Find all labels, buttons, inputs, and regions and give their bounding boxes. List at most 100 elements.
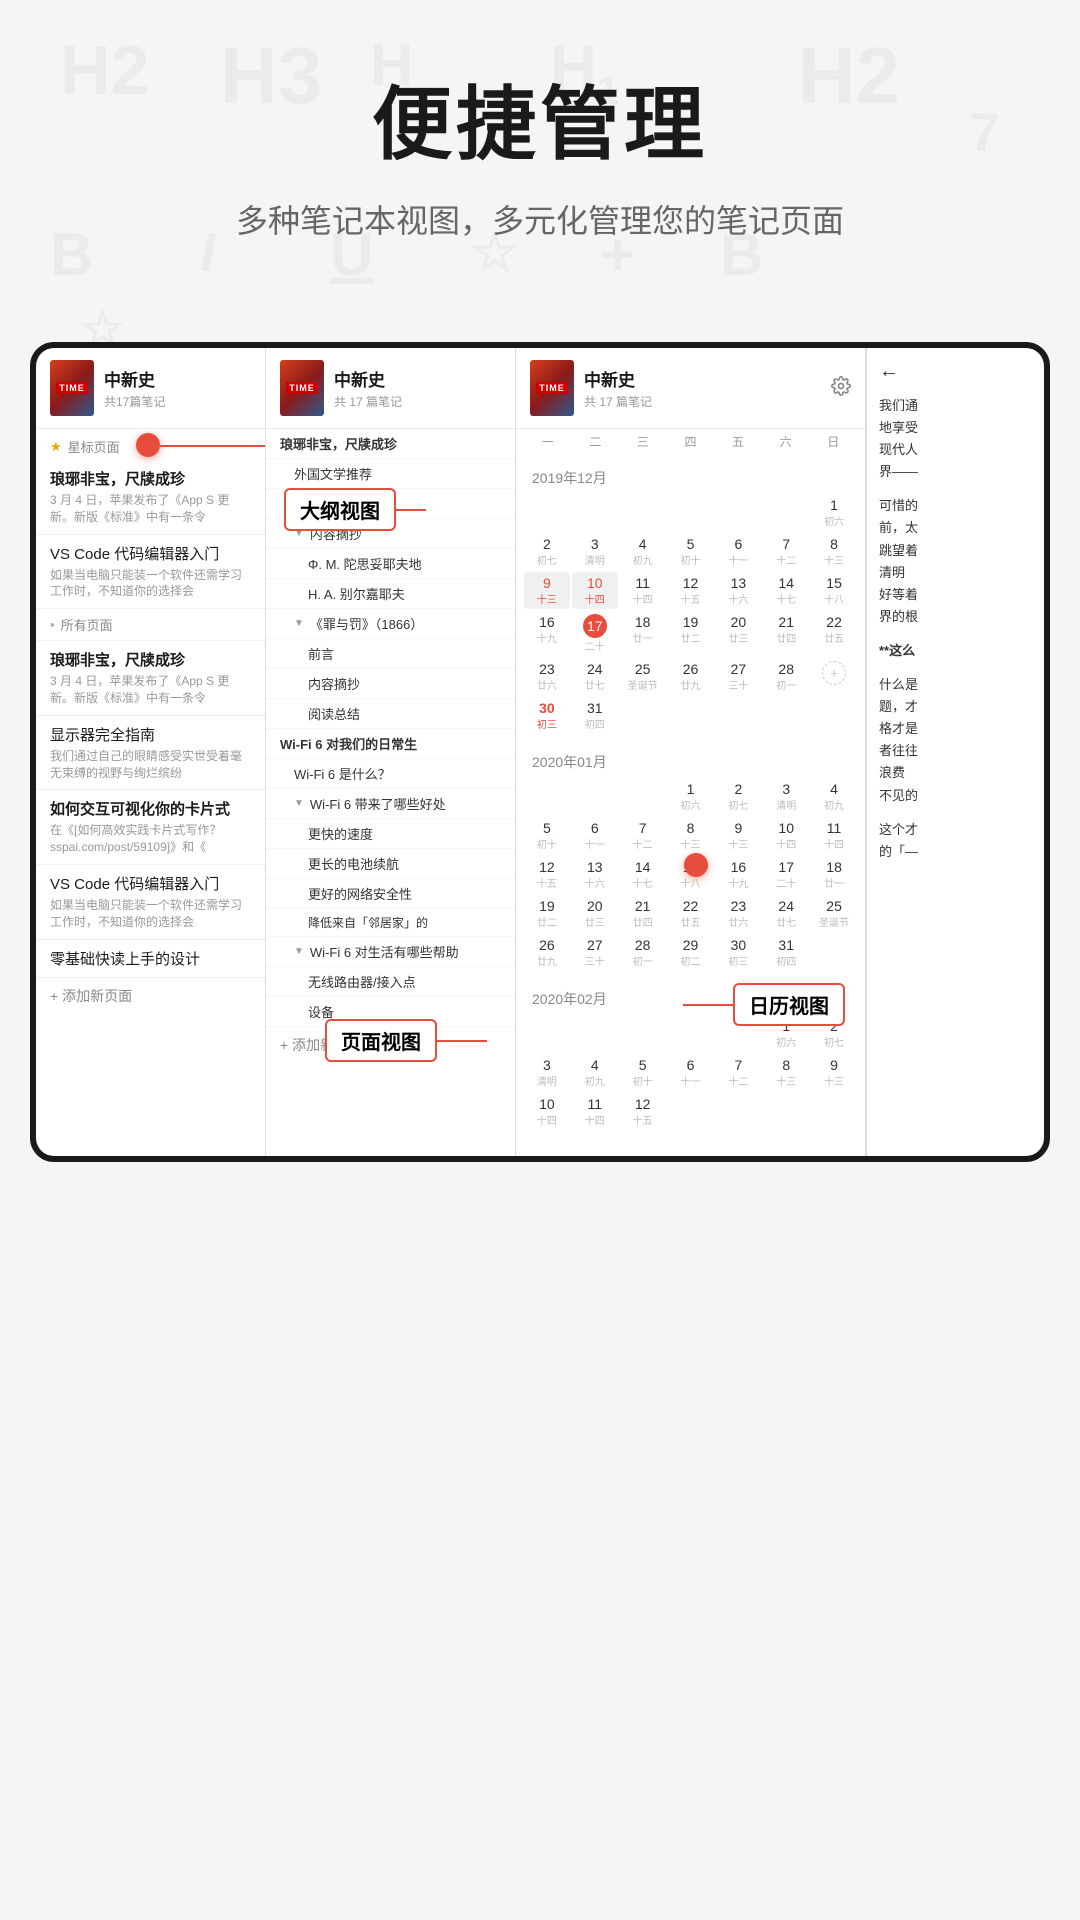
outline-item[interactable]: 阅读总结 [266, 699, 515, 729]
outline-item[interactable]: Wi-Fi 6 对我们的日常生 [266, 729, 515, 759]
cal-day[interactable]: 5初十 [524, 817, 570, 854]
cal-day[interactable]: 9十三 [715, 817, 761, 854]
outline-item[interactable]: 更好的网络安全性 [266, 879, 515, 909]
list-item[interactable]: VS Code 代码编辑器入门 如果当电脑只能装一个软件还需学习工作时，不知道你… [36, 535, 265, 610]
time-logo-2: TIME [286, 382, 318, 394]
cal-day[interactable]: 11十四 [811, 817, 857, 854]
cal-day[interactable]: 31初四 [572, 697, 618, 734]
outline-item[interactable]: 降低来自「邻居家」的 [266, 909, 515, 937]
cal-day[interactable]: 6十一 [572, 817, 618, 854]
cal-day[interactable]: 3清明 [524, 1054, 570, 1091]
cal-day-add[interactable]: + [811, 658, 857, 695]
cal-day[interactable]: 8十三 [811, 533, 857, 570]
cal-day[interactable]: 2初七 [715, 778, 761, 815]
cal-day[interactable]: 14十七 [620, 856, 666, 893]
cal-day[interactable]: 12十五 [668, 572, 714, 609]
outline-item[interactable]: 更快的速度 [266, 819, 515, 849]
cal-day[interactable]: 20廿三 [715, 611, 761, 656]
cal-day[interactable]: 26廿九 [524, 934, 570, 971]
cal-day[interactable]: 24廿七 [763, 895, 809, 932]
cal-day[interactable]: 5初十 [668, 533, 714, 570]
cal-day[interactable]: 9十三 [811, 1054, 857, 1091]
outline-item[interactable]: H. A. 别尔嘉耶夫 [266, 579, 515, 609]
cal-day[interactable]: 2初七 [524, 533, 570, 570]
outline-item[interactable]: 前言 [266, 639, 515, 669]
cal-day[interactable]: 21廿四 [620, 895, 666, 932]
cal-day[interactable]: 14十七 [763, 572, 809, 609]
cal-day[interactable]: 4初九 [811, 778, 857, 815]
cal-day[interactable]: 16十九 [715, 856, 761, 893]
cal-day[interactable]: 30初三 [715, 934, 761, 971]
cal-day[interactable]: 31初四 [763, 934, 809, 971]
cal-day[interactable]: 12十五 [524, 856, 570, 893]
outline-item[interactable]: 无线路由器/接入点 [266, 967, 515, 997]
cal-day[interactable]: 3清明 [763, 778, 809, 815]
cal-day[interactable]: 1初六 [811, 494, 857, 531]
cal-day[interactable]: 4初九 [572, 1054, 618, 1091]
cal-day[interactable]: 23廿六 [715, 895, 761, 932]
outline-item[interactable]: 琅琊非宝，尺牍成珍 [266, 429, 515, 459]
outline-item[interactable]: Wi-Fi 6 是什么？ [266, 759, 515, 789]
outline-item[interactable]: 更长的电池续航 [266, 849, 515, 879]
cal-day[interactable]: 27三十 [572, 934, 618, 971]
cal-day[interactable]: 8十三 [763, 1054, 809, 1091]
outline-item[interactable]: 外国文学推荐 [266, 459, 515, 489]
cal-day-today[interactable]: 17二十 [572, 611, 618, 656]
add-page-button-1[interactable]: + 添加新页面 [36, 978, 265, 1014]
outline-item[interactable]: ▼ 《罪与罚》（1866） [266, 609, 515, 639]
cal-day[interactable]: 22廿五 [811, 611, 857, 656]
cal-day[interactable]: 15十八 [811, 572, 857, 609]
cal-day[interactable]: 5初十 [620, 1054, 666, 1091]
cal-day[interactable]: 10十四 [524, 1093, 570, 1130]
cal-day[interactable]: 1初六 [668, 778, 714, 815]
cal-day[interactable]: 4初九 [620, 533, 666, 570]
back-arrow[interactable]: ← [879, 360, 1044, 383]
cal-day[interactable]: 17二十 [763, 856, 809, 893]
outline-item[interactable]: ▼ Wi-Fi 6 对生活有哪些帮助 [266, 937, 515, 967]
outline-item[interactable]: 内容摘抄 [266, 669, 515, 699]
cal-day[interactable]: 25圣诞节 [620, 658, 666, 695]
cal-day-highlighted[interactable]: 9十三 [524, 572, 570, 609]
cal-day[interactable]: 3清明 [572, 533, 618, 570]
cal-day[interactable]: 21廿四 [763, 611, 809, 656]
calendar-container[interactable]: 2019年12月 1初六 2初七 3清明 4初九 5初十 6十一 [516, 458, 865, 1156]
list-item[interactable]: 琅琊非宝，尺牍成珍 3 月 4 日，苹果发布了《App S 更新。新版《标准》中… [36, 641, 265, 716]
outline-item[interactable]: ▼ Wi-Fi 6 带来了哪些好处 [266, 789, 515, 819]
cal-day[interactable]: 28初一 [620, 934, 666, 971]
list-item[interactable]: 如何交互可视化你的卡片式 在《[如何高效实践卡片式写作？sspai.com/po… [36, 790, 265, 865]
cal-day[interactable]: 25圣诞节 [811, 895, 857, 932]
cal-day[interactable]: 11十四 [572, 1093, 618, 1130]
cal-day[interactable]: 12十五 [620, 1093, 666, 1130]
cal-day[interactable]: 23廿六 [524, 658, 570, 695]
cal-day[interactable]: 7十二 [763, 533, 809, 570]
list-item[interactable]: 零基础快读上手的设计 [36, 940, 265, 978]
cal-day[interactable]: 20廿三 [572, 895, 618, 932]
cal-day[interactable]: 13十六 [572, 856, 618, 893]
cal-day[interactable]: 8十三 [668, 817, 714, 854]
cal-day[interactable]: 24廿七 [572, 658, 618, 695]
cal-day[interactable]: 7十二 [715, 1054, 761, 1091]
outline-item[interactable]: Φ. M. 陀思妥耶夫地 [266, 549, 515, 579]
cal-day-highlighted[interactable]: 10十四 [572, 572, 618, 609]
list-item[interactable]: 琅琊非宝，尺牍成珍 3 月 4 日，苹果发布了《App S 更新。新版《标准》中… [36, 460, 265, 535]
cal-day[interactable]: 6十一 [668, 1054, 714, 1091]
cal-day[interactable]: 19廿二 [524, 895, 570, 932]
cal-day[interactable]: 18廿一 [811, 856, 857, 893]
cal-day[interactable]: 26廿九 [668, 658, 714, 695]
cal-day[interactable]: 7十二 [620, 817, 666, 854]
cal-day[interactable]: 6十一 [715, 533, 761, 570]
cal-day[interactable]: 27三十 [715, 658, 761, 695]
cal-day[interactable]: 16十九 [524, 611, 570, 656]
add-day-button[interactable]: + [822, 661, 846, 685]
cal-day[interactable]: 11十四 [620, 572, 666, 609]
cal-day[interactable]: 18廿一 [620, 611, 666, 656]
cal-day[interactable]: 13十六 [715, 572, 761, 609]
list-item[interactable]: VS Code 代码编辑器入门 如果当电脑只能装一个软件还需学习工作时，不知道你… [36, 865, 265, 940]
cal-day[interactable]: 28初一 [763, 658, 809, 695]
cal-day[interactable]: 29初二 [668, 934, 714, 971]
cal-day-today-red[interactable]: 30 初三 [524, 697, 570, 734]
cal-day[interactable]: 22廿五 [668, 895, 714, 932]
cal-day[interactable]: 19廿二 [668, 611, 714, 656]
cal-day[interactable]: 10十四 [763, 817, 809, 854]
list-item[interactable]: 显示器完全指南 我们通过自己的眼睛感受实世受着毫无束缚的视野与绚烂缤纷 [36, 716, 265, 791]
